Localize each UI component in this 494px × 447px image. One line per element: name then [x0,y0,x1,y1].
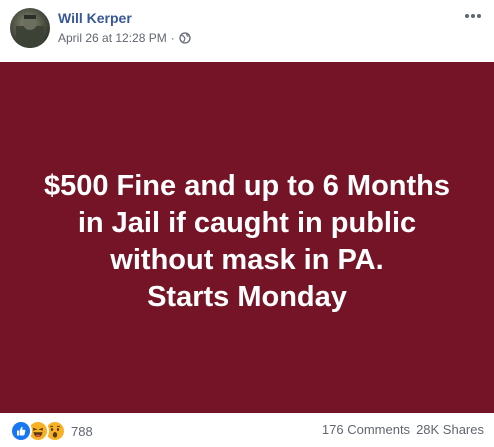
like-icon [10,420,32,442]
reaction-count: 788 [71,423,93,439]
image-text-line: $500 Fine and up to 6 Months [43,169,451,202]
comments-count[interactable]: 176 Comments [322,422,410,437]
image-text-line: Starts Monday [147,280,347,313]
post-image-text: $500 Fine and up to 6 Months in Jail if … [44,168,450,316]
more-options-icon[interactable] [462,8,484,24]
post-timestamp[interactable]: April 26 at 12:28 PM [58,31,167,45]
author-avatar[interactable] [10,8,50,48]
post-image[interactable]: $500 Fine and up to 6 Months in Jail if … [0,62,494,413]
globe-icon [179,32,191,44]
post-header: Will Kerper April 26 at 12:28 PM · [0,0,494,62]
post-footer: 788 176 Comments 28K Shares [0,413,494,447]
shares-count[interactable]: 28K Shares [416,422,484,437]
author-name[interactable]: Will Kerper [58,10,132,26]
reactions-summary[interactable]: 788 [10,420,93,442]
image-text-line: without mask in PA. [110,243,384,276]
image-text-line: in Jail if caught in public [77,206,417,239]
meta-separator: · [170,31,175,45]
post-meta: April 26 at 12:28 PM · [58,31,191,45]
facebook-post: Will Kerper April 26 at 12:28 PM · $500 … [0,0,494,447]
engagement-stats: 176 Comments 28K Shares [322,422,484,437]
